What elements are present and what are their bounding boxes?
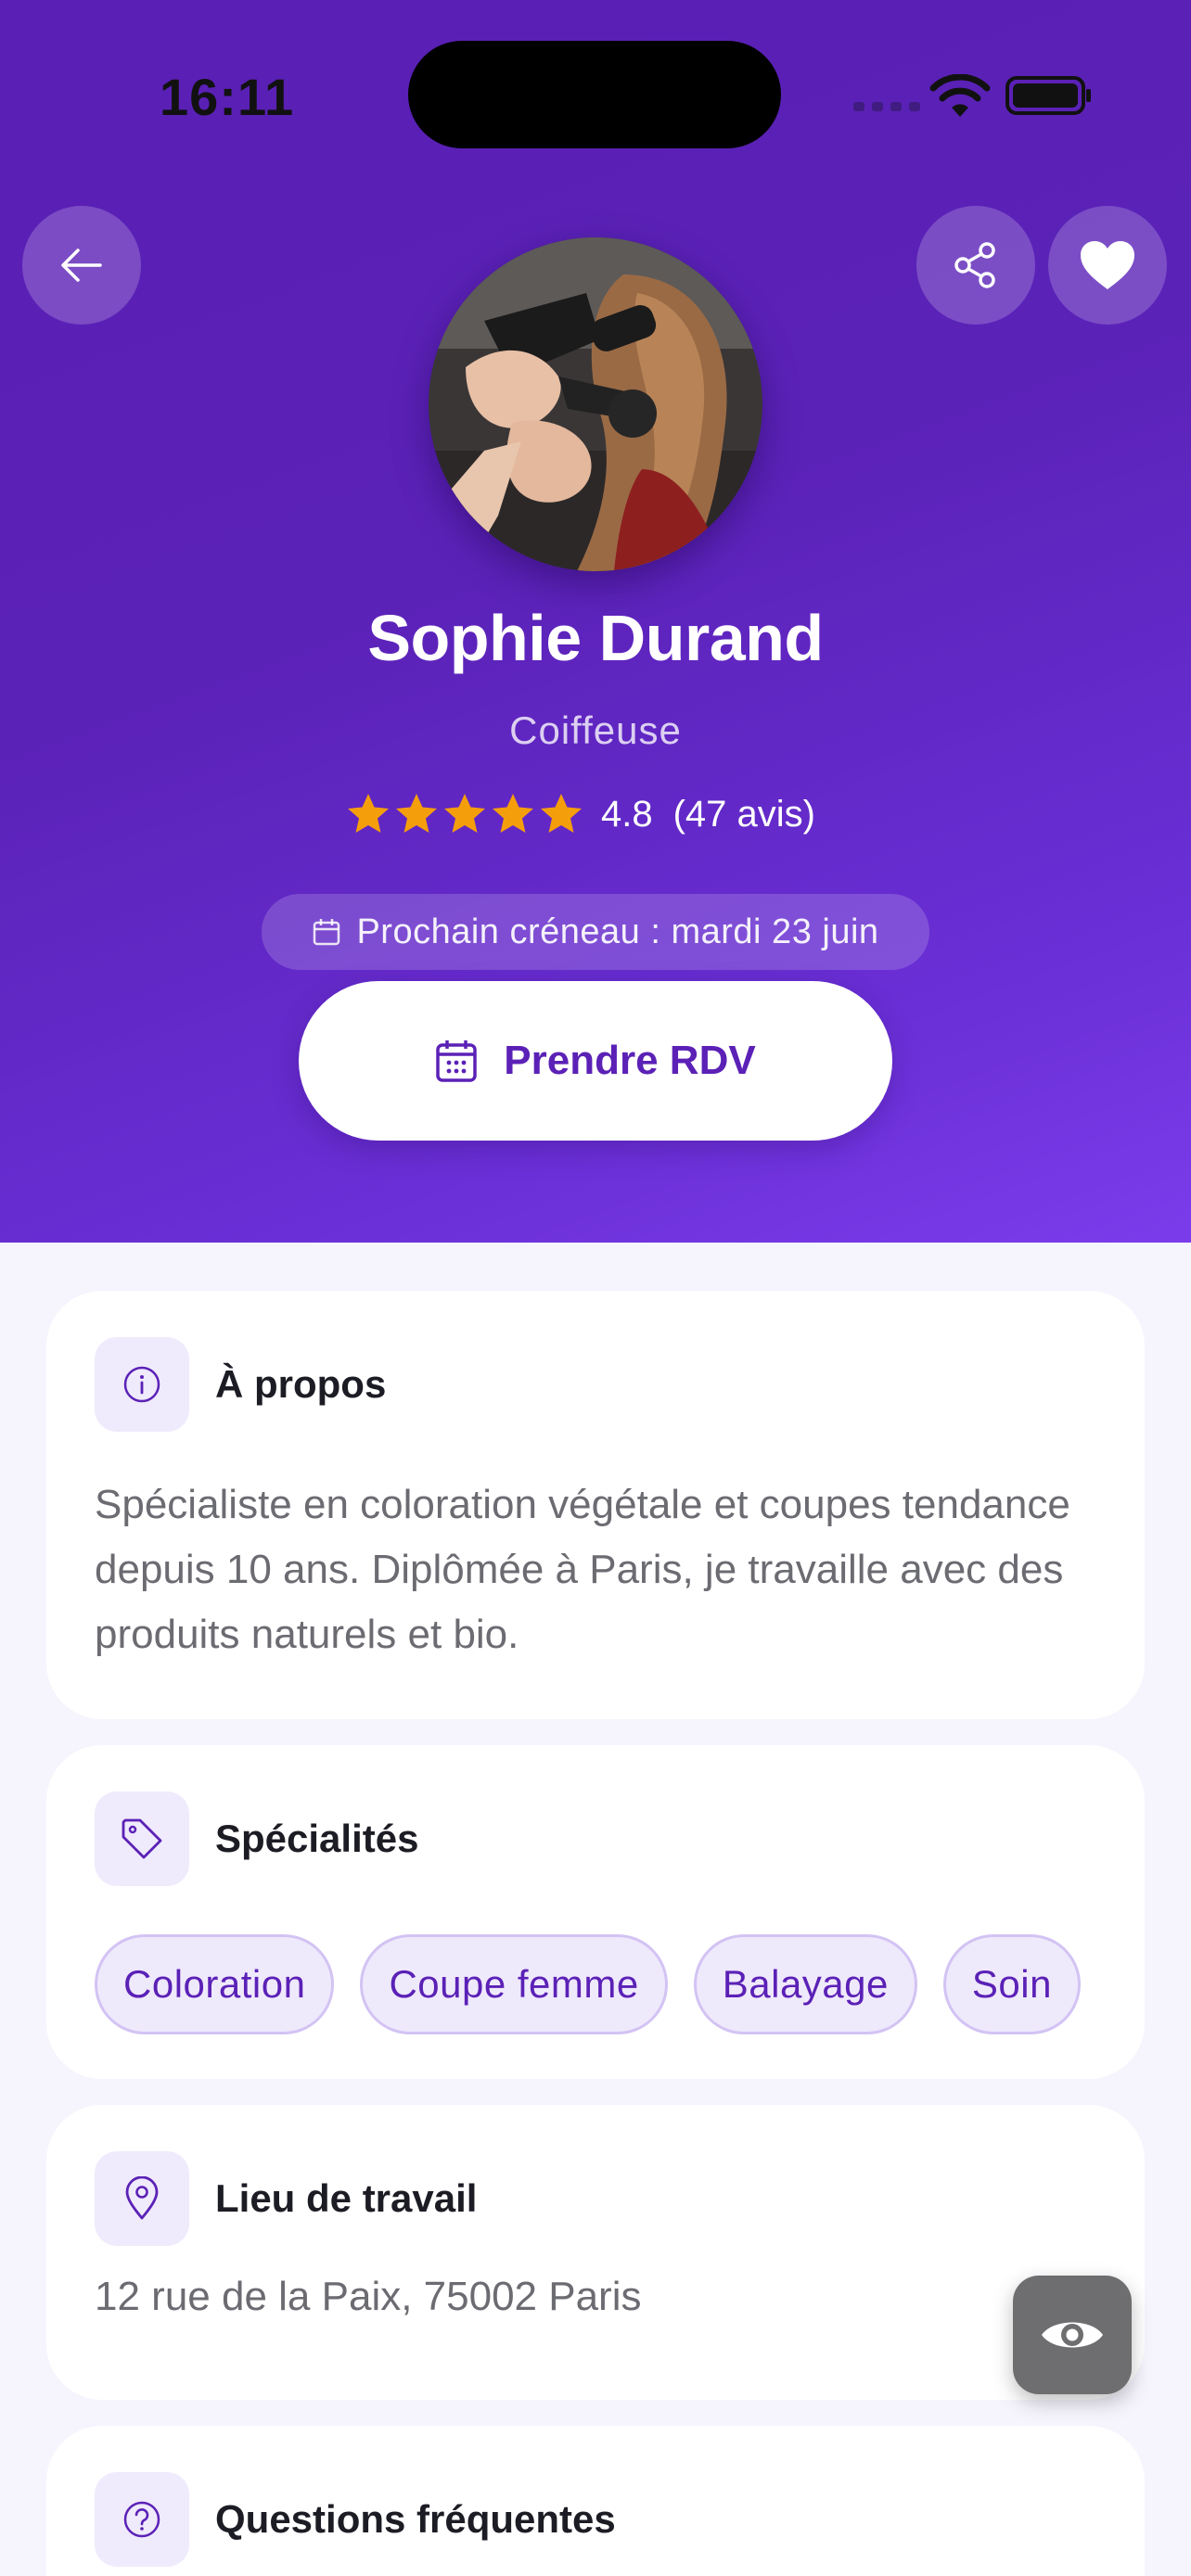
about-card: À propos Spécialiste en coloration végét…: [46, 1291, 1145, 1719]
about-text: Spécialiste en coloration végétale et co…: [95, 1482, 1070, 1657]
rating-row: 4.8 (47 avis): [345, 786, 815, 842]
about-header: À propos: [95, 1337, 386, 1432]
star-icon: [348, 794, 389, 833]
info-icon: [123, 1366, 160, 1403]
profile-name: Sophie Durand: [367, 602, 824, 674]
book-appointment-button[interactable]: Prendre RDV: [299, 981, 892, 1141]
faq-card[interactable]: Questions fréquentes: [46, 2426, 1145, 2576]
dynamic-island: [408, 41, 781, 148]
share-button[interactable]: [916, 206, 1035, 325]
eye-icon: [1042, 2322, 1103, 2348]
specialty-tag[interactable]: Balayage: [693, 1934, 917, 2034]
profile-photo: [429, 237, 762, 571]
back-arrow-icon: [61, 249, 102, 282]
favorite-button[interactable]: [1048, 206, 1167, 325]
specialties-card: Spécialités Coloration Coupe femme Balay…: [46, 1745, 1145, 2079]
calendar-icon: [314, 919, 340, 946]
question-icon: [123, 2501, 160, 2538]
star-icon: [444, 794, 485, 833]
book-appointment-label: Prendre RDV: [504, 1038, 756, 1083]
next-slot-badge: Prochain créneau : mardi 23 juin: [262, 894, 929, 970]
star-icon: [541, 794, 582, 833]
faq-icon-box: [95, 2472, 189, 2567]
workplace-address: 12 rue de la Paix, 75002 Paris: [95, 2274, 642, 2319]
specialty-tags: Coloration Coupe femme Balayage Soin: [95, 1934, 1081, 2034]
about-title: À propos: [215, 1362, 387, 1406]
rating-stars: [345, 792, 584, 836]
location-pin-icon: [125, 2176, 159, 2220]
specialties-header: Spécialités: [95, 1792, 418, 1886]
calendar-icon: [436, 1040, 478, 1082]
status-time: 16:11: [160, 68, 295, 126]
specialties-icon-box: [95, 1792, 189, 1886]
rating-value: 4.8: [601, 793, 653, 835]
preview-visibility-button[interactable]: [1013, 2276, 1132, 2394]
workplace-icon-box: [95, 2151, 189, 2246]
specialty-tag[interactable]: Coloration: [95, 1934, 335, 2034]
rating-count: (47 avis): [672, 793, 815, 835]
specialty-tag[interactable]: Soin: [942, 1934, 1081, 2034]
workplace-title: Lieu de travail: [215, 2176, 478, 2220]
about-icon-box: [95, 1337, 189, 1432]
share-icon: [954, 242, 995, 288]
profile-job: Coiffeuse: [509, 708, 682, 752]
cellular-signal-icon: [853, 102, 920, 111]
workplace-header: Lieu de travail: [95, 2151, 477, 2246]
tag-icon: [122, 1818, 162, 1859]
faq-header: Questions fréquentes: [95, 2472, 616, 2567]
faq-title: Questions fréquentes: [215, 2497, 616, 2541]
wifi-icon: [929, 74, 991, 117]
next-slot-text: Prochain créneau : mardi 23 juin: [356, 912, 879, 951]
heart-icon: [1081, 241, 1134, 289]
battery-icon: [1005, 76, 1091, 115]
specialties-title: Spécialités: [215, 1817, 419, 1860]
star-icon: [396, 794, 437, 833]
status-bar: 16:11: [0, 0, 1191, 185]
workplace-card: Lieu de travail 12 rue de la Paix, 75002…: [46, 2105, 1145, 2400]
star-icon: [493, 794, 533, 833]
back-button[interactable]: [22, 206, 141, 325]
specialty-tag[interactable]: Coupe femme: [360, 1934, 668, 2034]
